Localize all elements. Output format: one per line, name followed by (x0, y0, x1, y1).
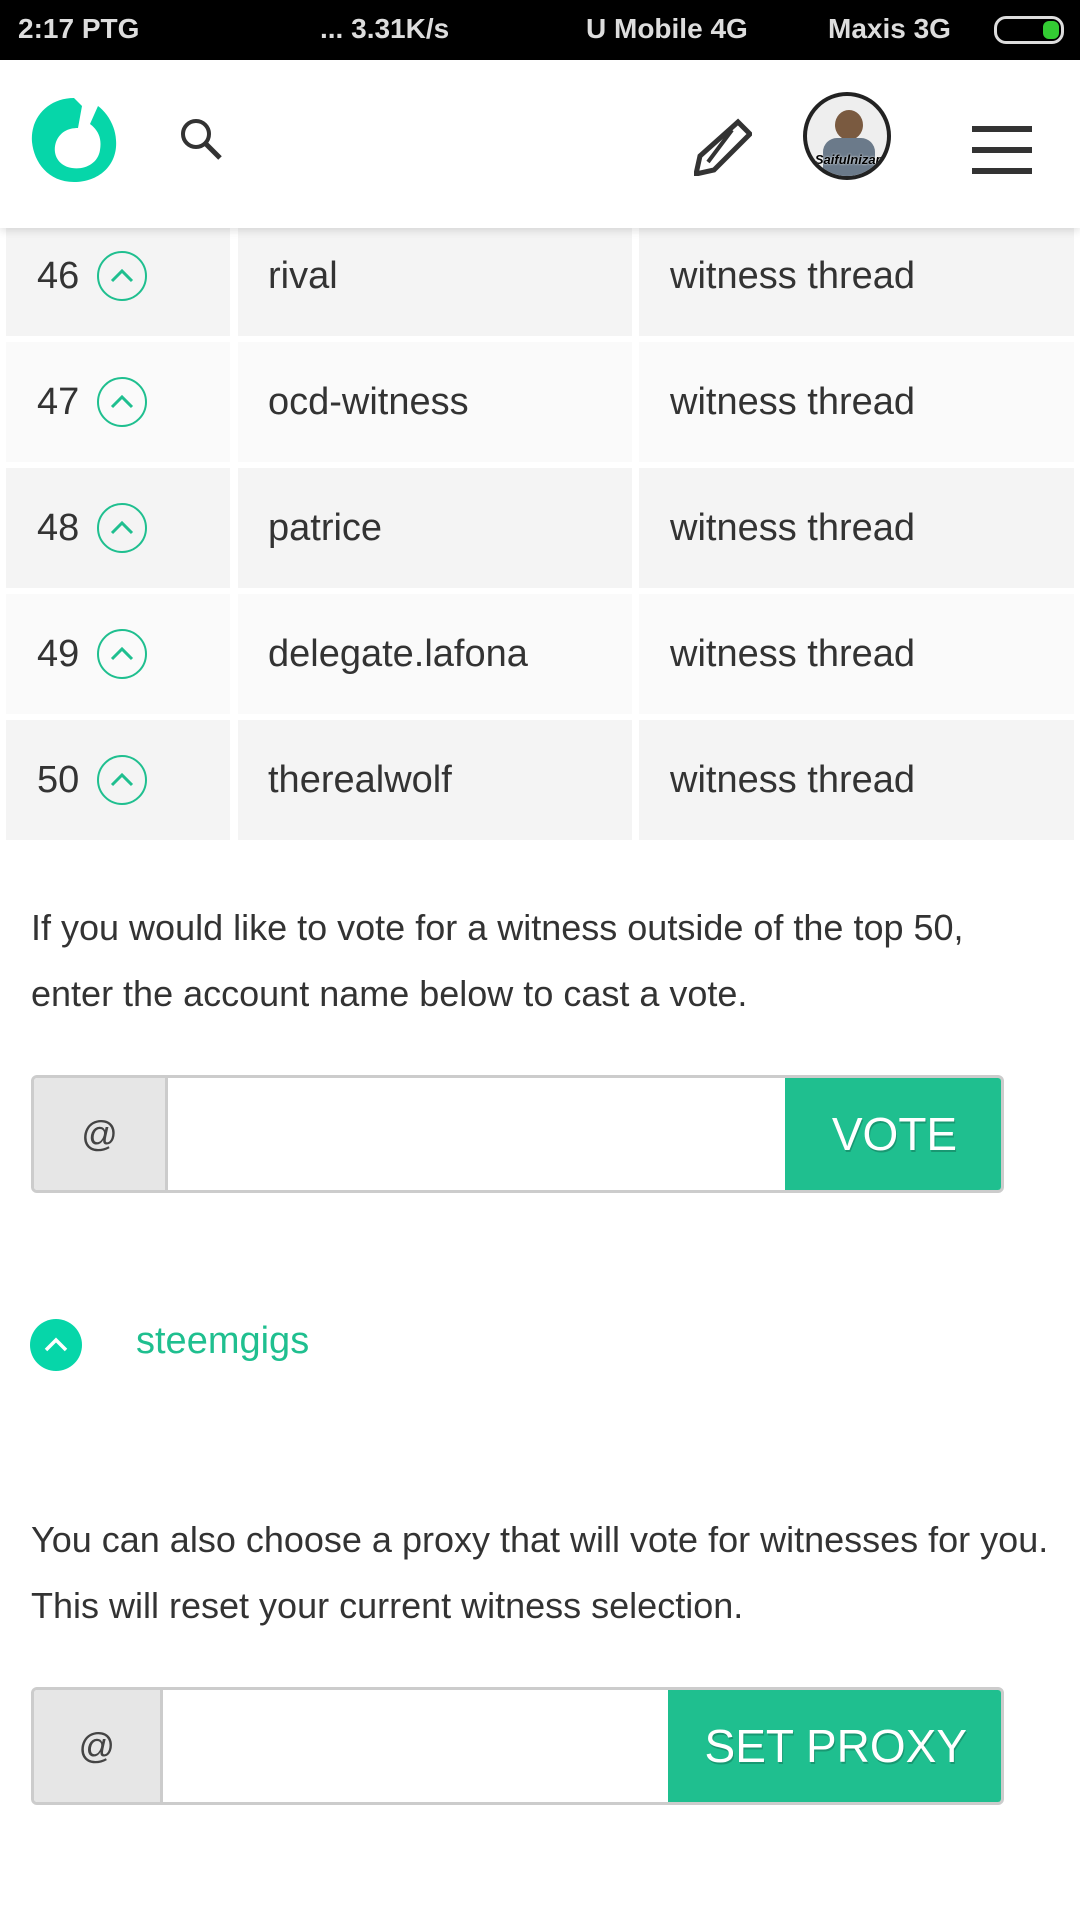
pencil-icon[interactable] (694, 118, 752, 176)
witness-name-link[interactable]: rival (268, 255, 338, 298)
rank: 48 (37, 506, 80, 549)
at-addon: @ (34, 1690, 163, 1802)
witness-name-link[interactable]: therealwolf (268, 759, 452, 802)
steemit-logo[interactable] (28, 94, 120, 186)
chevron-up-icon (44, 1337, 68, 1352)
unvote-button[interactable] (30, 1319, 82, 1371)
table-row: 47 ocd-witness witness thread (0, 342, 1080, 462)
witness-name-cell: patrice (238, 468, 632, 588)
witness-name-link[interactable]: ocd-witness (268, 381, 469, 424)
vote-button[interactable]: VOTE (785, 1078, 1001, 1190)
vote-input-group: @ VOTE (31, 1075, 1004, 1193)
search-icon[interactable] (178, 116, 224, 162)
rank-cell: 46 (6, 216, 230, 336)
table-row: 50 therealwolf witness thread (0, 720, 1080, 840)
rank-cell: 47 (6, 342, 230, 462)
thread-cell: witness thread (639, 720, 1074, 840)
avatar[interactable]: Saifulnizam (803, 92, 891, 180)
rank: 49 (37, 632, 80, 675)
upvote-button[interactable] (97, 629, 148, 679)
thread-cell: witness thread (639, 468, 1074, 588)
table-row: 46 rival witness thread (0, 216, 1080, 336)
network-speed: ... 3.31K/s (320, 13, 450, 44)
witness-name-cell: delegate.lafona (238, 594, 632, 714)
witness-thread-link[interactable]: witness thread (670, 507, 915, 550)
rank-cell: 49 (6, 594, 230, 714)
avatar-label: Saifulnizam (814, 152, 888, 167)
rank: 50 (37, 758, 80, 801)
clock: 2:17 PTG (18, 13, 140, 44)
rank: 47 (37, 380, 80, 423)
rank-cell: 48 (6, 468, 230, 588)
thread-cell: witness thread (639, 342, 1074, 462)
rank-cell: 50 (6, 720, 230, 840)
table-row: 48 patrice witness thread (0, 468, 1080, 588)
witness-account-input[interactable] (168, 1078, 785, 1190)
witness-thread-link[interactable]: witness thread (670, 633, 915, 676)
upvote-button[interactable] (97, 251, 148, 301)
witness-thread-link[interactable]: witness thread (670, 381, 915, 424)
witness-thread-link[interactable]: witness thread (670, 255, 915, 298)
witness-name-cell: rival (238, 216, 632, 336)
table-row: 49 delegate.lafona witness thread (0, 594, 1080, 714)
carrier-2: Maxis 3G (828, 13, 951, 44)
thread-cell: witness thread (639, 594, 1074, 714)
upvote-button[interactable] (97, 503, 148, 553)
witness-name-cell: ocd-witness (238, 342, 632, 462)
chevron-up-icon (111, 646, 134, 661)
proxy-account-input[interactable] (162, 1690, 668, 1802)
witness-name-link[interactable]: delegate.lafona (268, 633, 528, 676)
vote-instructions: If you would like to vote for a witness … (31, 907, 964, 1014)
at-addon: @ (34, 1078, 168, 1190)
chevron-up-icon (111, 394, 134, 409)
upvote-button[interactable] (97, 377, 148, 427)
set-proxy-button[interactable]: SET PROXY (667, 1690, 1001, 1802)
witness-name-link[interactable]: patrice (268, 507, 382, 550)
chevron-up-icon (111, 520, 134, 535)
witness-name-cell: therealwolf (238, 720, 632, 840)
proxy-input-group: @ SET PROXY (31, 1687, 1004, 1805)
carrier-1: U Mobile 4G (586, 13, 748, 44)
hamburger-icon[interactable] (972, 126, 1032, 174)
chevron-up-icon (111, 268, 134, 283)
thread-cell: witness thread (639, 216, 1074, 336)
upvote-button[interactable] (97, 755, 148, 805)
battery-icon (994, 16, 1064, 44)
proxy-instructions: You can also choose a proxy that will vo… (31, 1519, 1049, 1626)
chevron-up-icon (111, 772, 134, 787)
witness-thread-link[interactable]: witness thread (670, 759, 915, 802)
status-bar: 2:17 PTG ... 3.31K/s U Mobile 4G Maxis 3… (0, 0, 1080, 60)
rank: 46 (37, 254, 80, 297)
top-header: Saifulnizam (0, 60, 1080, 228)
voted-witness-link[interactable]: steemgigs (136, 1320, 309, 1363)
